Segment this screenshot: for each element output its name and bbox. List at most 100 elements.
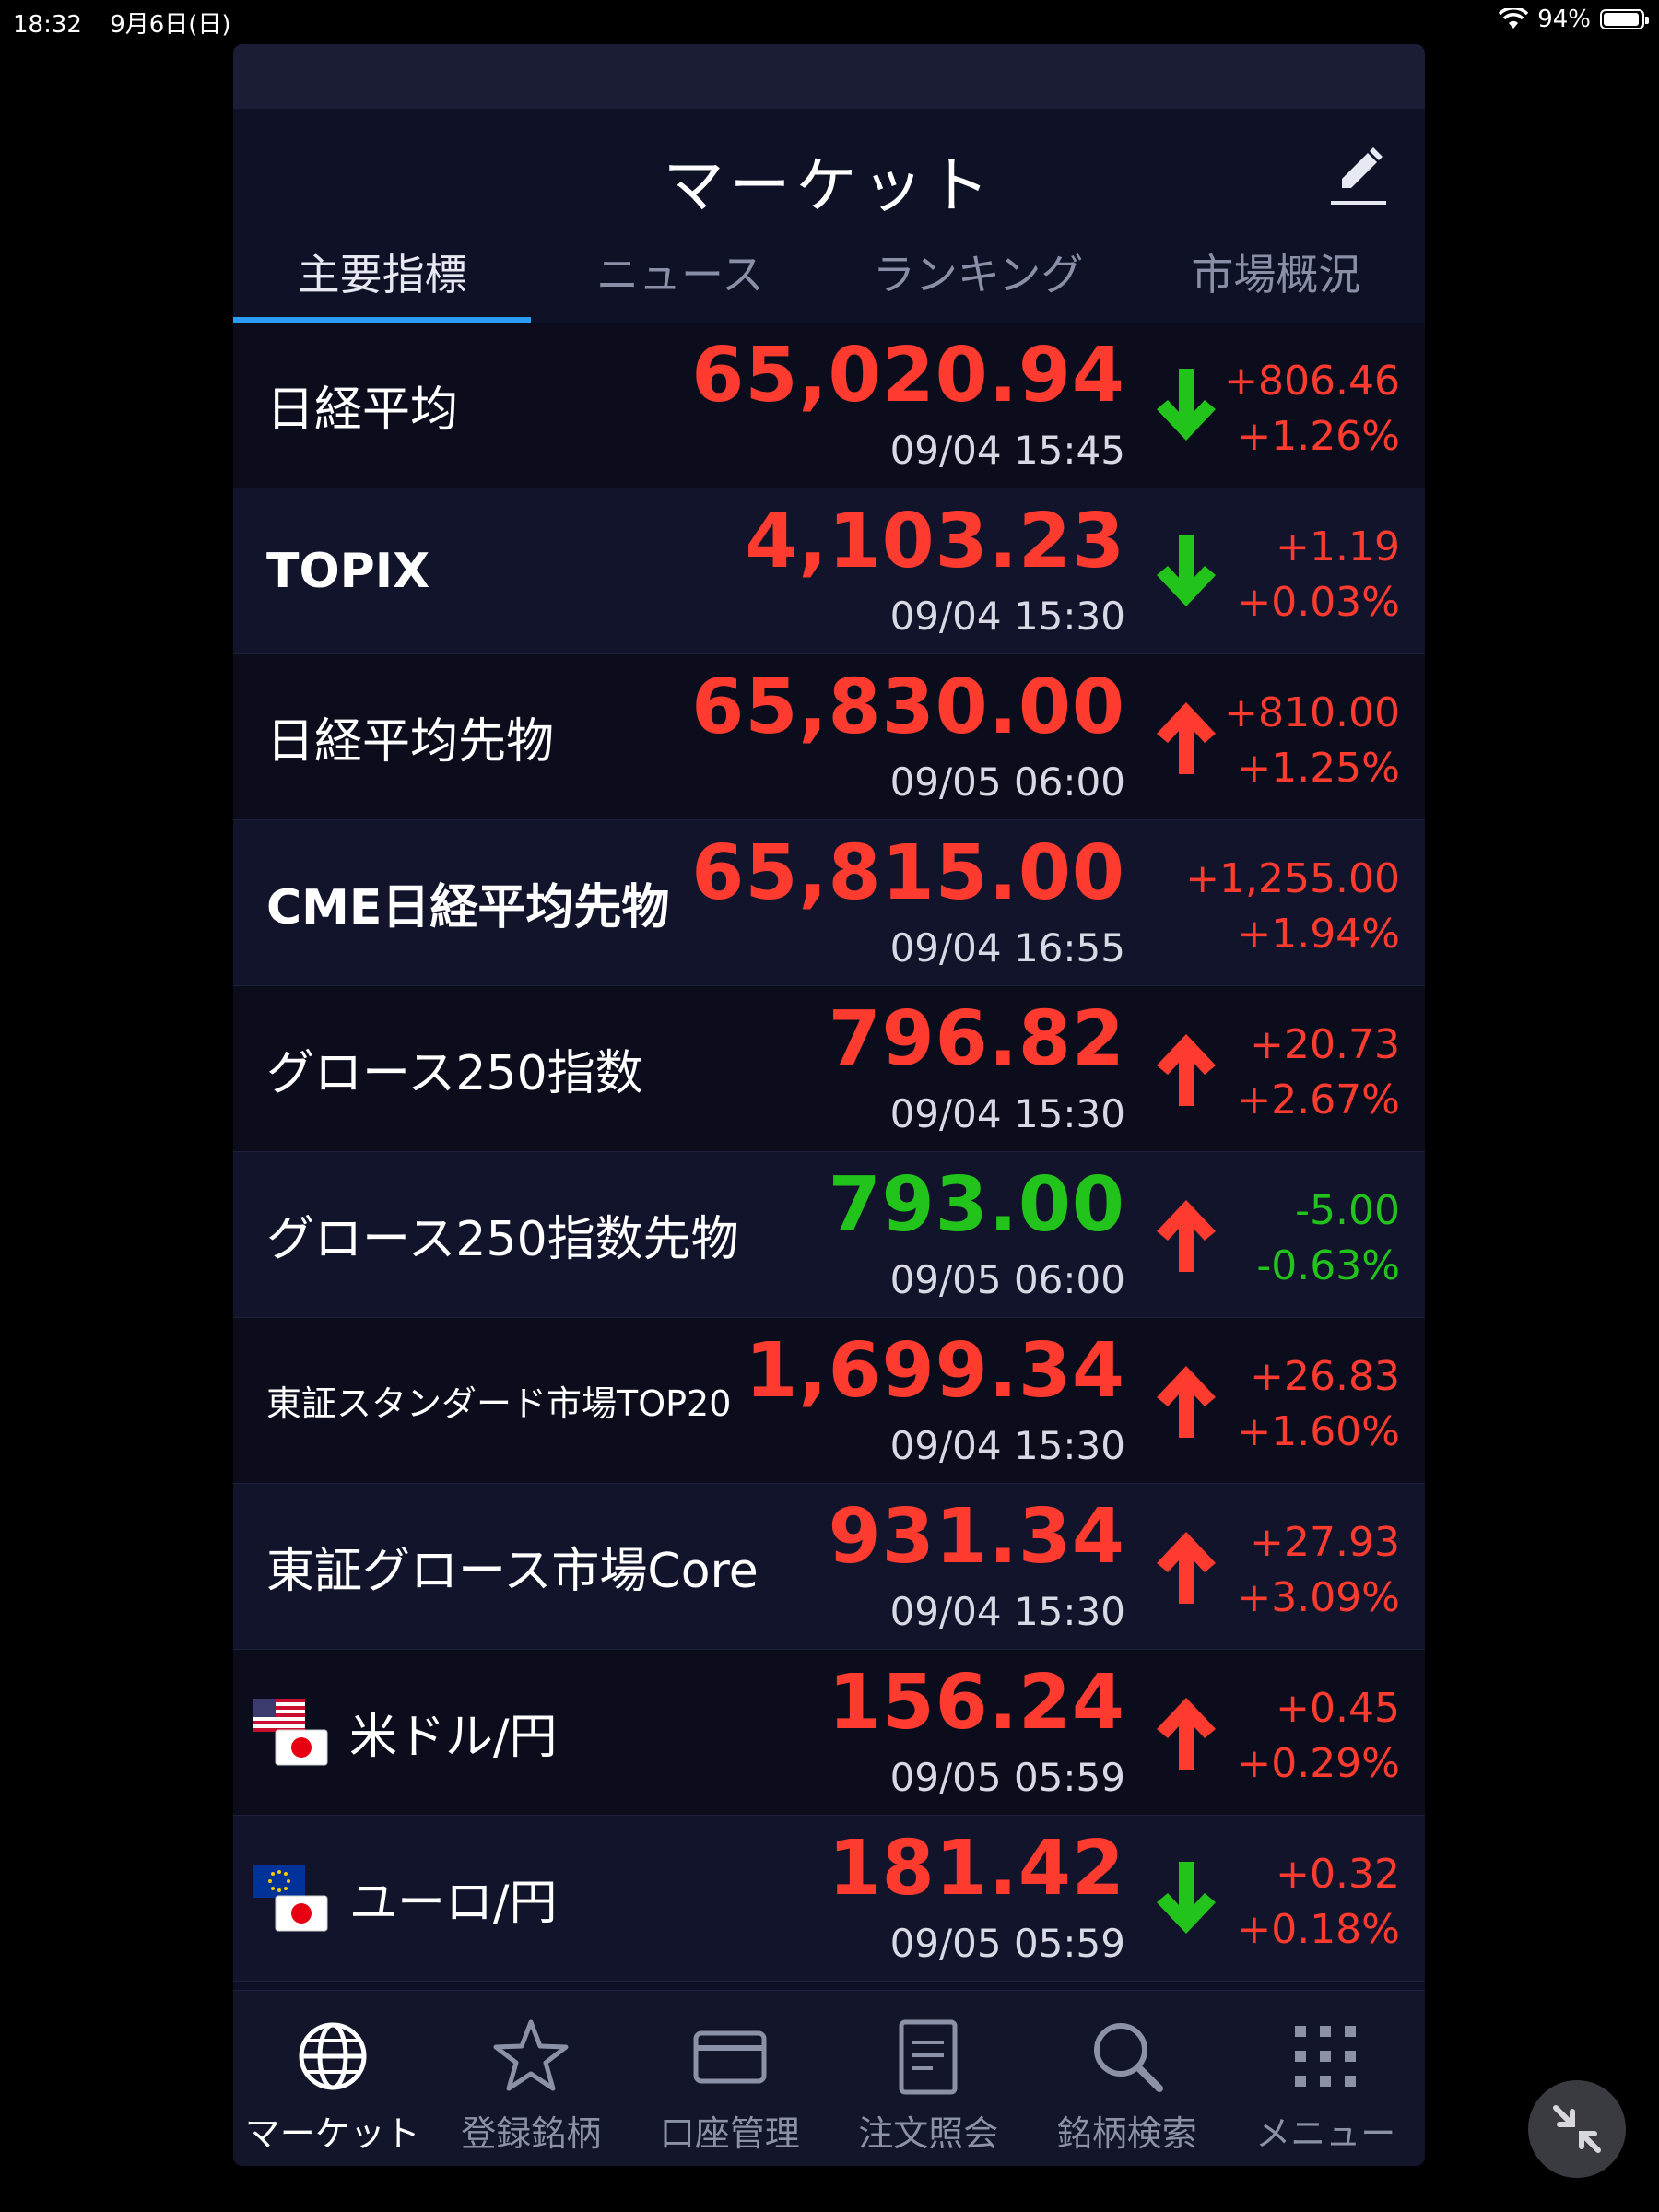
collapse-button[interactable] [1528, 2080, 1626, 2178]
list-item[interactable]: 日経平均 65,020.94 09/04 15:45 +806.46 +1.26… [233, 323, 1425, 488]
nav-label: 銘柄検索 [1056, 2113, 1197, 2154]
top-strip [233, 44, 1425, 109]
page-title: マーケット [663, 150, 995, 221]
star-icon [493, 2019, 569, 2091]
indicator-percent: +1.94% [1237, 911, 1400, 958]
indicator-time: 09/04 15:30 [889, 594, 1125, 639]
indicator-change: +0.32 [1276, 1851, 1400, 1898]
indicator-percent: -0.63% [1256, 1242, 1400, 1289]
battery-icon [1600, 9, 1649, 29]
tab-ranking[interactable]: ランキング [830, 238, 1127, 323]
grid-icon [1295, 2026, 1357, 2087]
indicator-percent: +0.29% [1237, 1740, 1400, 1787]
indicator-name: グロース250指数先物 [266, 1212, 739, 1267]
nav-menu[interactable]: メニュー [1227, 1991, 1426, 2166]
trend-arrow-icon [1153, 1196, 1219, 1274]
list-item[interactable]: ユーロ/円 181.42 09/05 05:59 +0.32 +0.18% [233, 1816, 1425, 1982]
indicator-price: 65,020.94 [691, 332, 1125, 419]
nav-watchlist[interactable]: 登録銘柄 [432, 1991, 631, 2166]
trend-arrow-icon [1153, 699, 1219, 776]
indicator-name: グロース250指数 [266, 1046, 643, 1101]
list-item[interactable]: 東証グロース市場Core 931.34 09/04 15:30 +27.93 +… [233, 1484, 1425, 1650]
tab-market-overview[interactable]: 市場概況 [1127, 238, 1425, 323]
indicator-time: 09/04 15:45 [889, 428, 1125, 473]
usd-jpy-flag-icon [253, 1698, 328, 1765]
trend-arrow-icon [1153, 1528, 1219, 1606]
indicator-list: 日経平均 65,020.94 09/04 15:45 +806.46 +1.26… [233, 323, 1425, 1982]
tab-bar: 主要指標 ニュース ランキング 市場概況 [233, 238, 1425, 324]
indicator-name: ユーロ/円 [349, 1876, 558, 1931]
indicator-name: 東証グロース市場Core [266, 1544, 759, 1599]
card-icon [693, 2030, 767, 2084]
list-item[interactable]: グロース250指数先物 793.00 09/05 06:00 -5.00 -0.… [233, 1152, 1425, 1318]
indicator-time: 09/04 16:55 [889, 925, 1125, 971]
list-item[interactable]: TOPIX 4,103.23 09/04 15:30 +1.19 +0.03% [233, 488, 1425, 654]
list-item[interactable]: 米ドル/円 156.24 09/05 05:59 +0.45 +0.29% [233, 1650, 1425, 1816]
indicator-percent: +1.60% [1237, 1408, 1400, 1455]
indicator-price: 156.24 [828, 1659, 1125, 1747]
indicator-change: +1.19 [1276, 524, 1400, 571]
indicator-time: 09/05 06:00 [889, 759, 1125, 805]
nav-account[interactable]: 口座管理 [630, 1991, 830, 2166]
indicator-percent: +2.67% [1237, 1077, 1400, 1124]
indicator-time: 09/05 05:59 [889, 1921, 1125, 1966]
nav-market[interactable]: マーケット [233, 1991, 432, 2166]
indicator-price: 796.82 [828, 995, 1125, 1083]
indicator-time: 09/05 05:59 [889, 1755, 1125, 1800]
indicator-name: TOPIX [266, 543, 430, 599]
nav-label: 登録銘柄 [461, 2113, 602, 2154]
indicator-change: +26.83 [1250, 1353, 1400, 1400]
nav-label: 口座管理 [659, 2113, 800, 2154]
indicator-name: 東証スタンダード市場TOP20 [266, 1383, 732, 1424]
wifi-icon [1499, 8, 1529, 29]
status-bar: 18:32 9月6日(日) 94% [0, 0, 1659, 41]
indicator-name: 日経平均 [266, 382, 459, 438]
tab-news[interactable]: ニュース [531, 238, 829, 323]
indicator-change: -5.00 [1295, 1187, 1400, 1234]
indicator-change: +806.46 [1224, 358, 1400, 405]
header: マーケット [233, 109, 1425, 238]
indicator-name: CME日経平均先物 [266, 880, 670, 935]
status-date: 9月6日(日) [110, 11, 231, 39]
edit-pencil-icon[interactable] [1329, 144, 1388, 208]
indicator-change: +810.00 [1224, 689, 1400, 736]
indicator-percent: +0.03% [1237, 579, 1400, 626]
indicator-time: 09/04 15:30 [889, 1423, 1125, 1468]
nav-orders[interactable]: 注文照会 [830, 1991, 1029, 2166]
tab-main-indicators[interactable]: 主要指標 [233, 238, 532, 323]
bottom-nav: マーケット 登録銘柄 口座管理 注文照会 銘柄検索 メニュー [233, 1990, 1425, 2166]
list-item[interactable]: グロース250指数 796.82 09/04 15:30 +20.73 +2.6… [233, 986, 1425, 1152]
battery-percent: 94% [1537, 6, 1591, 33]
nav-label: 注文照会 [858, 2113, 999, 2154]
indicator-change: +27.93 [1250, 1519, 1400, 1566]
indicator-change: +1,255.00 [1185, 855, 1400, 902]
nav-search[interactable]: 銘柄検索 [1028, 1991, 1227, 2166]
nav-label: マーケット [244, 2113, 420, 2154]
eur-jpy-flag-icon [253, 1864, 328, 1931]
trend-arrow-icon [1153, 1030, 1219, 1108]
indicator-name: 米ドル/円 [349, 1710, 558, 1765]
indicator-time: 09/04 15:30 [889, 1091, 1125, 1136]
trend-arrow-icon [1153, 1362, 1219, 1440]
battery-fill [1604, 13, 1639, 26]
market-app: マーケット 主要指標 ニュース ランキング 市場概況 日経平均 65,020.9… [233, 44, 1425, 2166]
indicator-percent: +3.09% [1237, 1574, 1400, 1621]
indicator-change: +0.45 [1276, 1685, 1400, 1732]
indicator-price: 4,103.23 [745, 498, 1125, 585]
collapse-arrows-icon [1553, 2105, 1601, 2153]
trend-arrow-icon [1153, 1860, 1219, 1937]
trend-arrow-icon [1153, 367, 1219, 444]
indicator-price: 181.42 [828, 1825, 1125, 1912]
globe-icon [299, 2022, 367, 2090]
indicator-price: 65,830.00 [691, 664, 1125, 751]
status-time: 18:32 [13, 11, 82, 39]
list-item[interactable]: 東証スタンダード市場TOP20 1,699.34 09/04 15:30 +26… [233, 1318, 1425, 1484]
indicator-percent: +0.18% [1237, 1906, 1400, 1953]
indicator-price: 931.34 [828, 1493, 1125, 1581]
list-item[interactable]: 日経平均先物 65,830.00 09/05 06:00 +810.00 +1.… [233, 654, 1425, 820]
list-item[interactable]: CME日経平均先物 65,815.00 09/04 16:55 +1,255.0… [233, 820, 1425, 986]
indicator-percent: +1.26% [1237, 413, 1400, 460]
search-icon [1093, 2023, 1163, 2092]
nav-label: メニュー [1255, 2113, 1396, 2154]
indicator-price: 1,699.34 [745, 1327, 1125, 1415]
